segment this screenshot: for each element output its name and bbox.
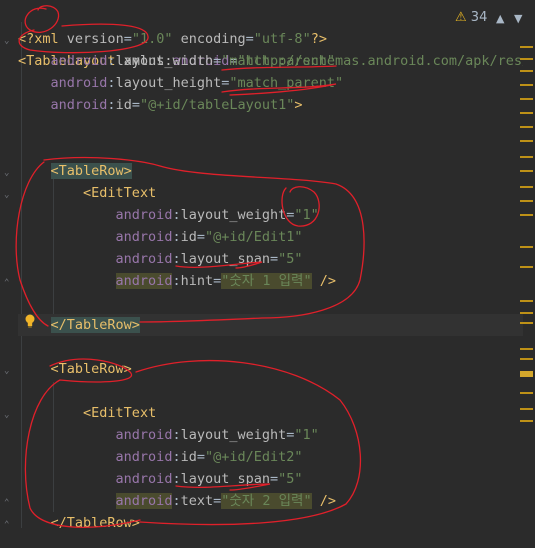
fold-arrow-icon[interactable]: ⌄ [4, 411, 13, 420]
code-line-edittext2-id[interactable]: android:id="@+id/Edit2" [18, 446, 303, 468]
fold-arrow-icon[interactable]: ⌄ [4, 169, 13, 178]
tag-tablerow-close: </TableRow> [50, 317, 140, 333]
stripe-marker[interactable] [520, 420, 533, 422]
inspection-widget[interactable]: ⚠ 34 [455, 10, 487, 25]
stripe-marker[interactable] [520, 46, 533, 48]
stripe-marker[interactable] [520, 348, 533, 350]
tag-tablerow: <TableRow> [50, 163, 132, 179]
previous-highlight-icon[interactable]: ▲ [496, 12, 504, 25]
stripe-marker[interactable] [520, 300, 533, 302]
code-line-tablerow2-close[interactable]: </TableRow> [18, 512, 140, 534]
code-line-layout-width[interactable]: android:layout_width="match_parent" [18, 50, 336, 72]
stripe-marker[interactable] [520, 156, 533, 158]
code-line-tablelayout-id[interactable]: android:id="@+id/tableLayout1"> [18, 94, 303, 116]
warning-triangle-icon: ⚠ [455, 10, 467, 25]
code-line-layout-height[interactable]: android:layout_height="match_parent" [18, 72, 344, 94]
stripe-marker[interactable] [520, 112, 533, 114]
code-line-hint[interactable]: android:hint="숫자 1 입력" /> [18, 270, 336, 292]
stripe-marker[interactable] [520, 392, 533, 394]
stripe-marker[interactable] [520, 246, 533, 248]
fold-arrow-icon[interactable]: ⌄ [4, 37, 13, 46]
stripe-marker[interactable] [520, 170, 533, 172]
code-line-layout-span[interactable]: android:layout_span="5" [18, 468, 303, 490]
error-stripe[interactable] [523, 0, 535, 548]
stripe-marker[interactable] [520, 126, 533, 128]
stripe-marker[interactable] [520, 140, 533, 142]
code-line-tablerow2-open[interactable]: <TableRow> [18, 358, 132, 380]
stripe-marker[interactable] [520, 200, 533, 202]
code-line-layout-weight[interactable]: android:layout_weight="1" [18, 204, 319, 226]
tag-edittext: EditText [91, 185, 157, 201]
fold-arrow-icon[interactable]: ⌃ [4, 499, 13, 508]
code-line-xml-declaration[interactable]: <?xml version="1.0" encoding="utf-8"?> [18, 6, 327, 47]
stripe-marker[interactable] [520, 186, 533, 188]
tag-tablerow-close: </TableRow> [50, 515, 140, 531]
fold-arrow-icon[interactable]: ⌃ [4, 521, 13, 530]
tag-edittext: EditText [91, 405, 157, 421]
stripe-marker[interactable] [520, 322, 533, 324]
stripe-marker[interactable] [520, 70, 533, 72]
editor-gutter [0, 0, 18, 548]
stripe-marker[interactable] [520, 266, 533, 268]
warning-count: 34 [470, 10, 488, 25]
stripe-marker[interactable] [520, 98, 533, 100]
next-highlight-icon[interactable]: ▼ [514, 12, 522, 25]
code-line-edittext1-id[interactable]: android:id="@+id/Edit1" [18, 226, 303, 248]
tag-tablerow: <TableRow> [50, 361, 132, 377]
stripe-marker[interactable] [520, 214, 533, 216]
stripe-marker[interactable] [520, 84, 533, 86]
code-line-edittext2-open[interactable]: <EditText [18, 402, 156, 424]
fold-arrow-icon[interactable]: ⌄ [4, 367, 13, 376]
stripe-marker[interactable] [520, 371, 533, 377]
code-line-layout-weight[interactable]: android:layout_weight="1" [18, 424, 319, 446]
code-line-tablerow1-close[interactable]: </TableRow> [18, 314, 140, 336]
fold-arrow-icon[interactable]: ⌃ [4, 279, 13, 288]
stripe-marker[interactable] [520, 358, 533, 360]
fold-arrow-icon[interactable]: ⌄ [4, 191, 13, 200]
code-line-tablerow1-open[interactable]: <TableRow> [18, 160, 132, 182]
code-line-layout-span[interactable]: android:layout_span="5" [18, 248, 303, 270]
stripe-marker[interactable] [520, 58, 533, 60]
stripe-marker[interactable] [520, 312, 533, 314]
code-line-text[interactable]: android:text="숫자 2 입력" /> [18, 490, 336, 512]
stripe-marker[interactable] [520, 408, 533, 410]
code-line-tablelayout-open[interactable]: <TableLayout xmlns:android="http://schem… [18, 28, 535, 69]
code-line-edittext1-open[interactable]: <EditText [18, 182, 156, 204]
